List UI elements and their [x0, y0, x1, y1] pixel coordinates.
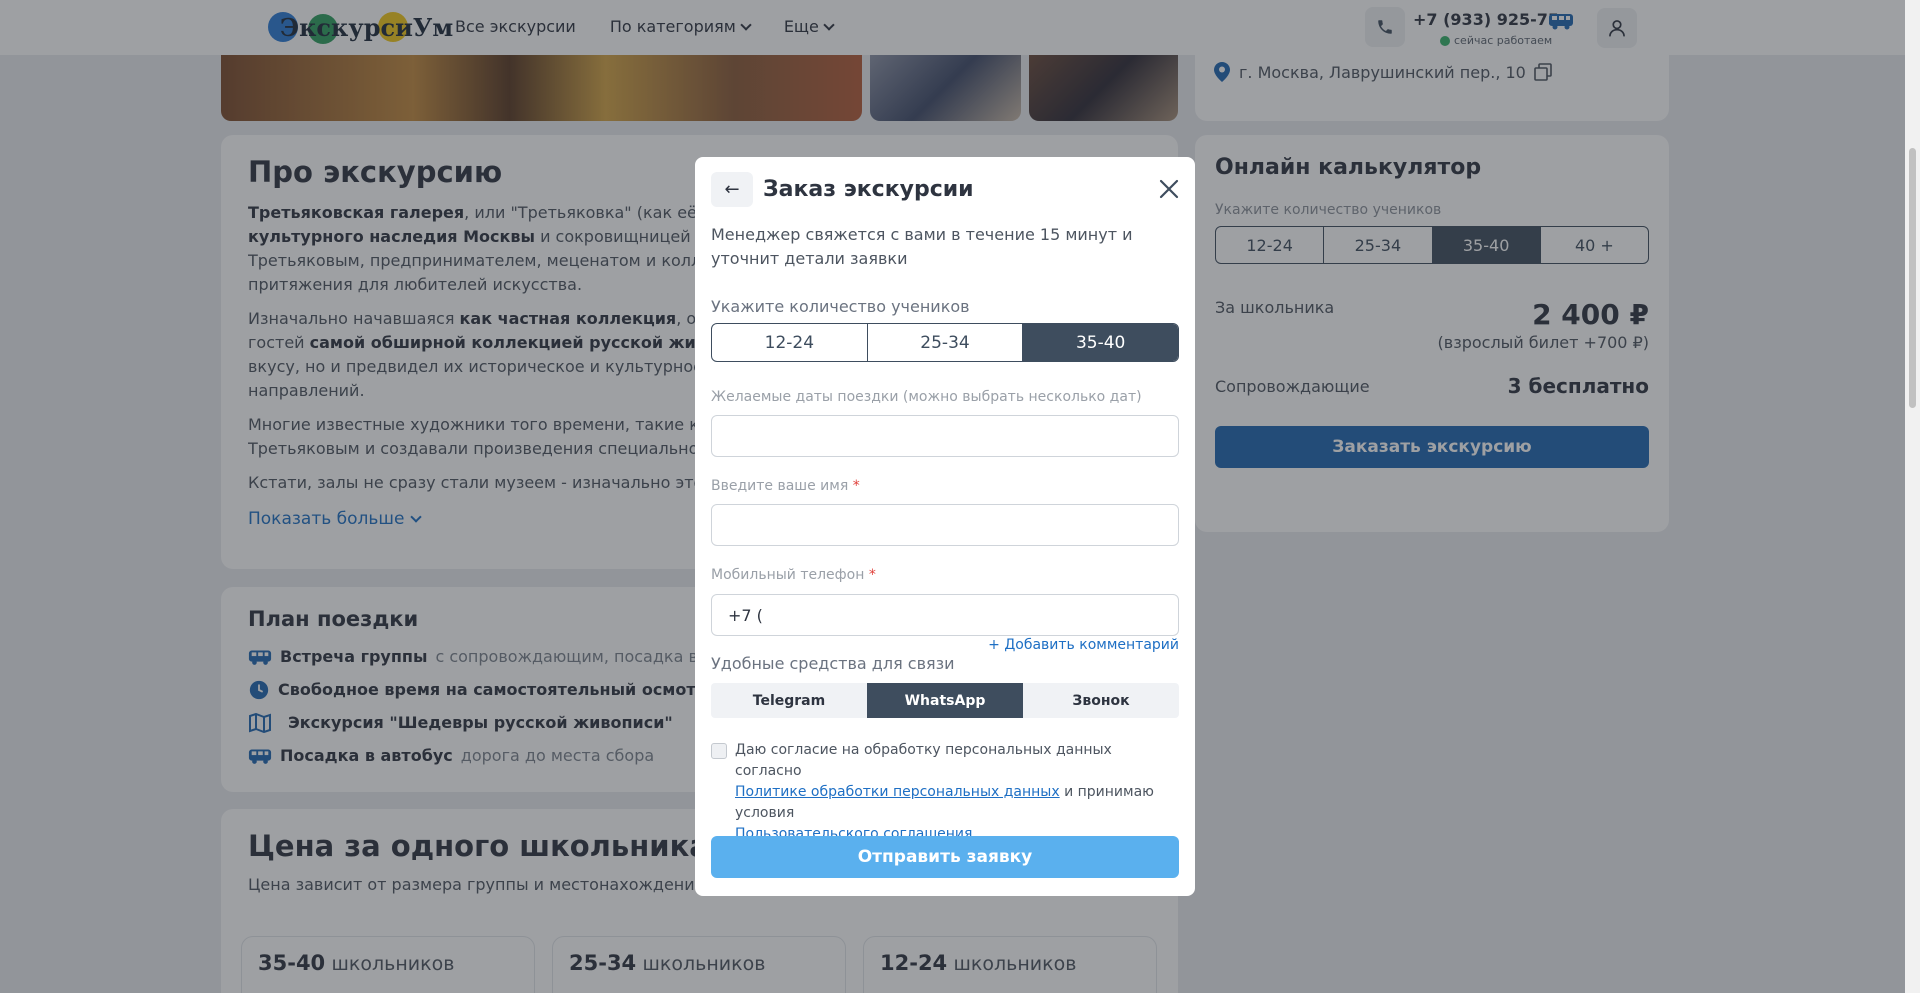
contact-method-selector: Telegram WhatsApp Звонок — [711, 683, 1179, 718]
modal-count-selector: 12-24 25-34 35-40 — [711, 323, 1179, 362]
modal-title: Заказ экскурсии — [763, 177, 974, 202]
contact-option-call[interactable]: Звонок — [1023, 683, 1179, 718]
modal-option-35-40[interactable]: 35-40 — [1023, 324, 1178, 361]
contact-method-label: Удобные средства для связи — [711, 654, 955, 673]
modal-header: ← Заказ экскурсии — [711, 172, 974, 207]
modal-option-25-34[interactable]: 25-34 — [868, 324, 1024, 361]
modal-description: Менеджер свяжется с вами в течение 15 ми… — [711, 225, 1133, 268]
dates-input[interactable] — [711, 415, 1179, 457]
consent-checkbox[interactable] — [711, 743, 727, 759]
arrow-left-icon: ← — [724, 179, 740, 200]
consent-block: Даю согласие на обработку персональных д… — [711, 740, 1179, 845]
submit-request-button[interactable]: Отправить заявку — [711, 836, 1179, 878]
modal-option-12-24[interactable]: 12-24 — [712, 324, 868, 361]
consent-text: Даю согласие на обработку персональных д… — [735, 742, 1154, 842]
privacy-policy-link[interactable]: Политике обработки персональных данных — [735, 784, 1060, 800]
name-input[interactable] — [711, 504, 1179, 546]
scrollbar-thumb[interactable] — [1909, 148, 1916, 408]
order-tour-modal: ← Заказ экскурсии Менеджер свяжется с ва… — [695, 157, 1195, 896]
contact-option-whatsapp[interactable]: WhatsApp — [867, 683, 1023, 718]
phone-label: Мобильный телефон * — [711, 567, 876, 583]
modal-count-label: Укажите количество учеников — [711, 297, 970, 316]
page-scrollbar[interactable] — [1905, 0, 1920, 993]
dates-label: Желаемые даты поездки (можно выбрать нес… — [711, 389, 1142, 405]
back-button[interactable]: ← — [711, 172, 753, 207]
name-label: Введите ваше имя * — [711, 478, 860, 494]
close-icon[interactable] — [1157, 177, 1181, 201]
contact-option-telegram[interactable]: Telegram — [711, 683, 867, 718]
add-comment-link[interactable]: + Добавить комментарий — [988, 637, 1179, 653]
phone-input[interactable]: +7 ( — [711, 594, 1179, 636]
